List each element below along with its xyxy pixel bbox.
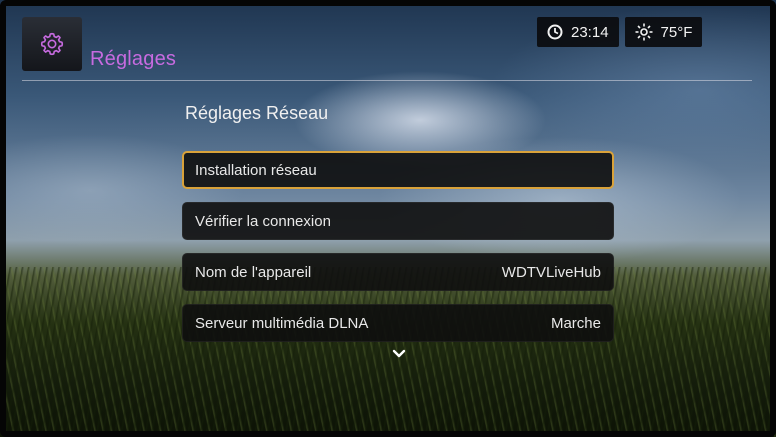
menu-item-value: Marche — [550, 314, 601, 332]
sun-icon — [635, 23, 653, 41]
menu-item-device-name[interactable]: Nom de l'appareil WDTVLiveHub — [182, 253, 614, 291]
header-divider — [22, 80, 752, 81]
menu-item-check-connection[interactable]: Vérifier la connexion — [182, 202, 614, 240]
grass-field — [0, 267, 776, 437]
menu-item-network-setup[interactable]: Installation réseau — [182, 151, 614, 189]
clock-icon — [547, 24, 563, 40]
menu-item-label: Serveur multimédia DLNA — [195, 314, 369, 332]
menu-item-dlna-server[interactable]: Serveur multimédia DLNA Marche — [182, 304, 614, 342]
clock-box: 23:14 — [537, 17, 619, 47]
gear-icon — [40, 32, 64, 56]
clock-time: 23:14 — [571, 23, 609, 41]
menu-item-label: Nom de l'appareil — [195, 263, 312, 281]
page-title: Réglages — [90, 48, 177, 70]
chevron-down-icon[interactable] — [392, 348, 406, 360]
settings-header-icon — [22, 17, 82, 71]
menu-item-label: Installation réseau — [195, 161, 317, 179]
status-bar: 23:14 75°F — [537, 17, 703, 47]
temperature: 75°F — [660, 23, 693, 41]
menu-item-value: WDTVLiveHub — [501, 263, 601, 281]
weather-box: 75°F — [624, 17, 703, 47]
section-title: Réglages Réseau — [185, 103, 329, 123]
menu-item-label: Vérifier la connexion — [195, 212, 331, 230]
